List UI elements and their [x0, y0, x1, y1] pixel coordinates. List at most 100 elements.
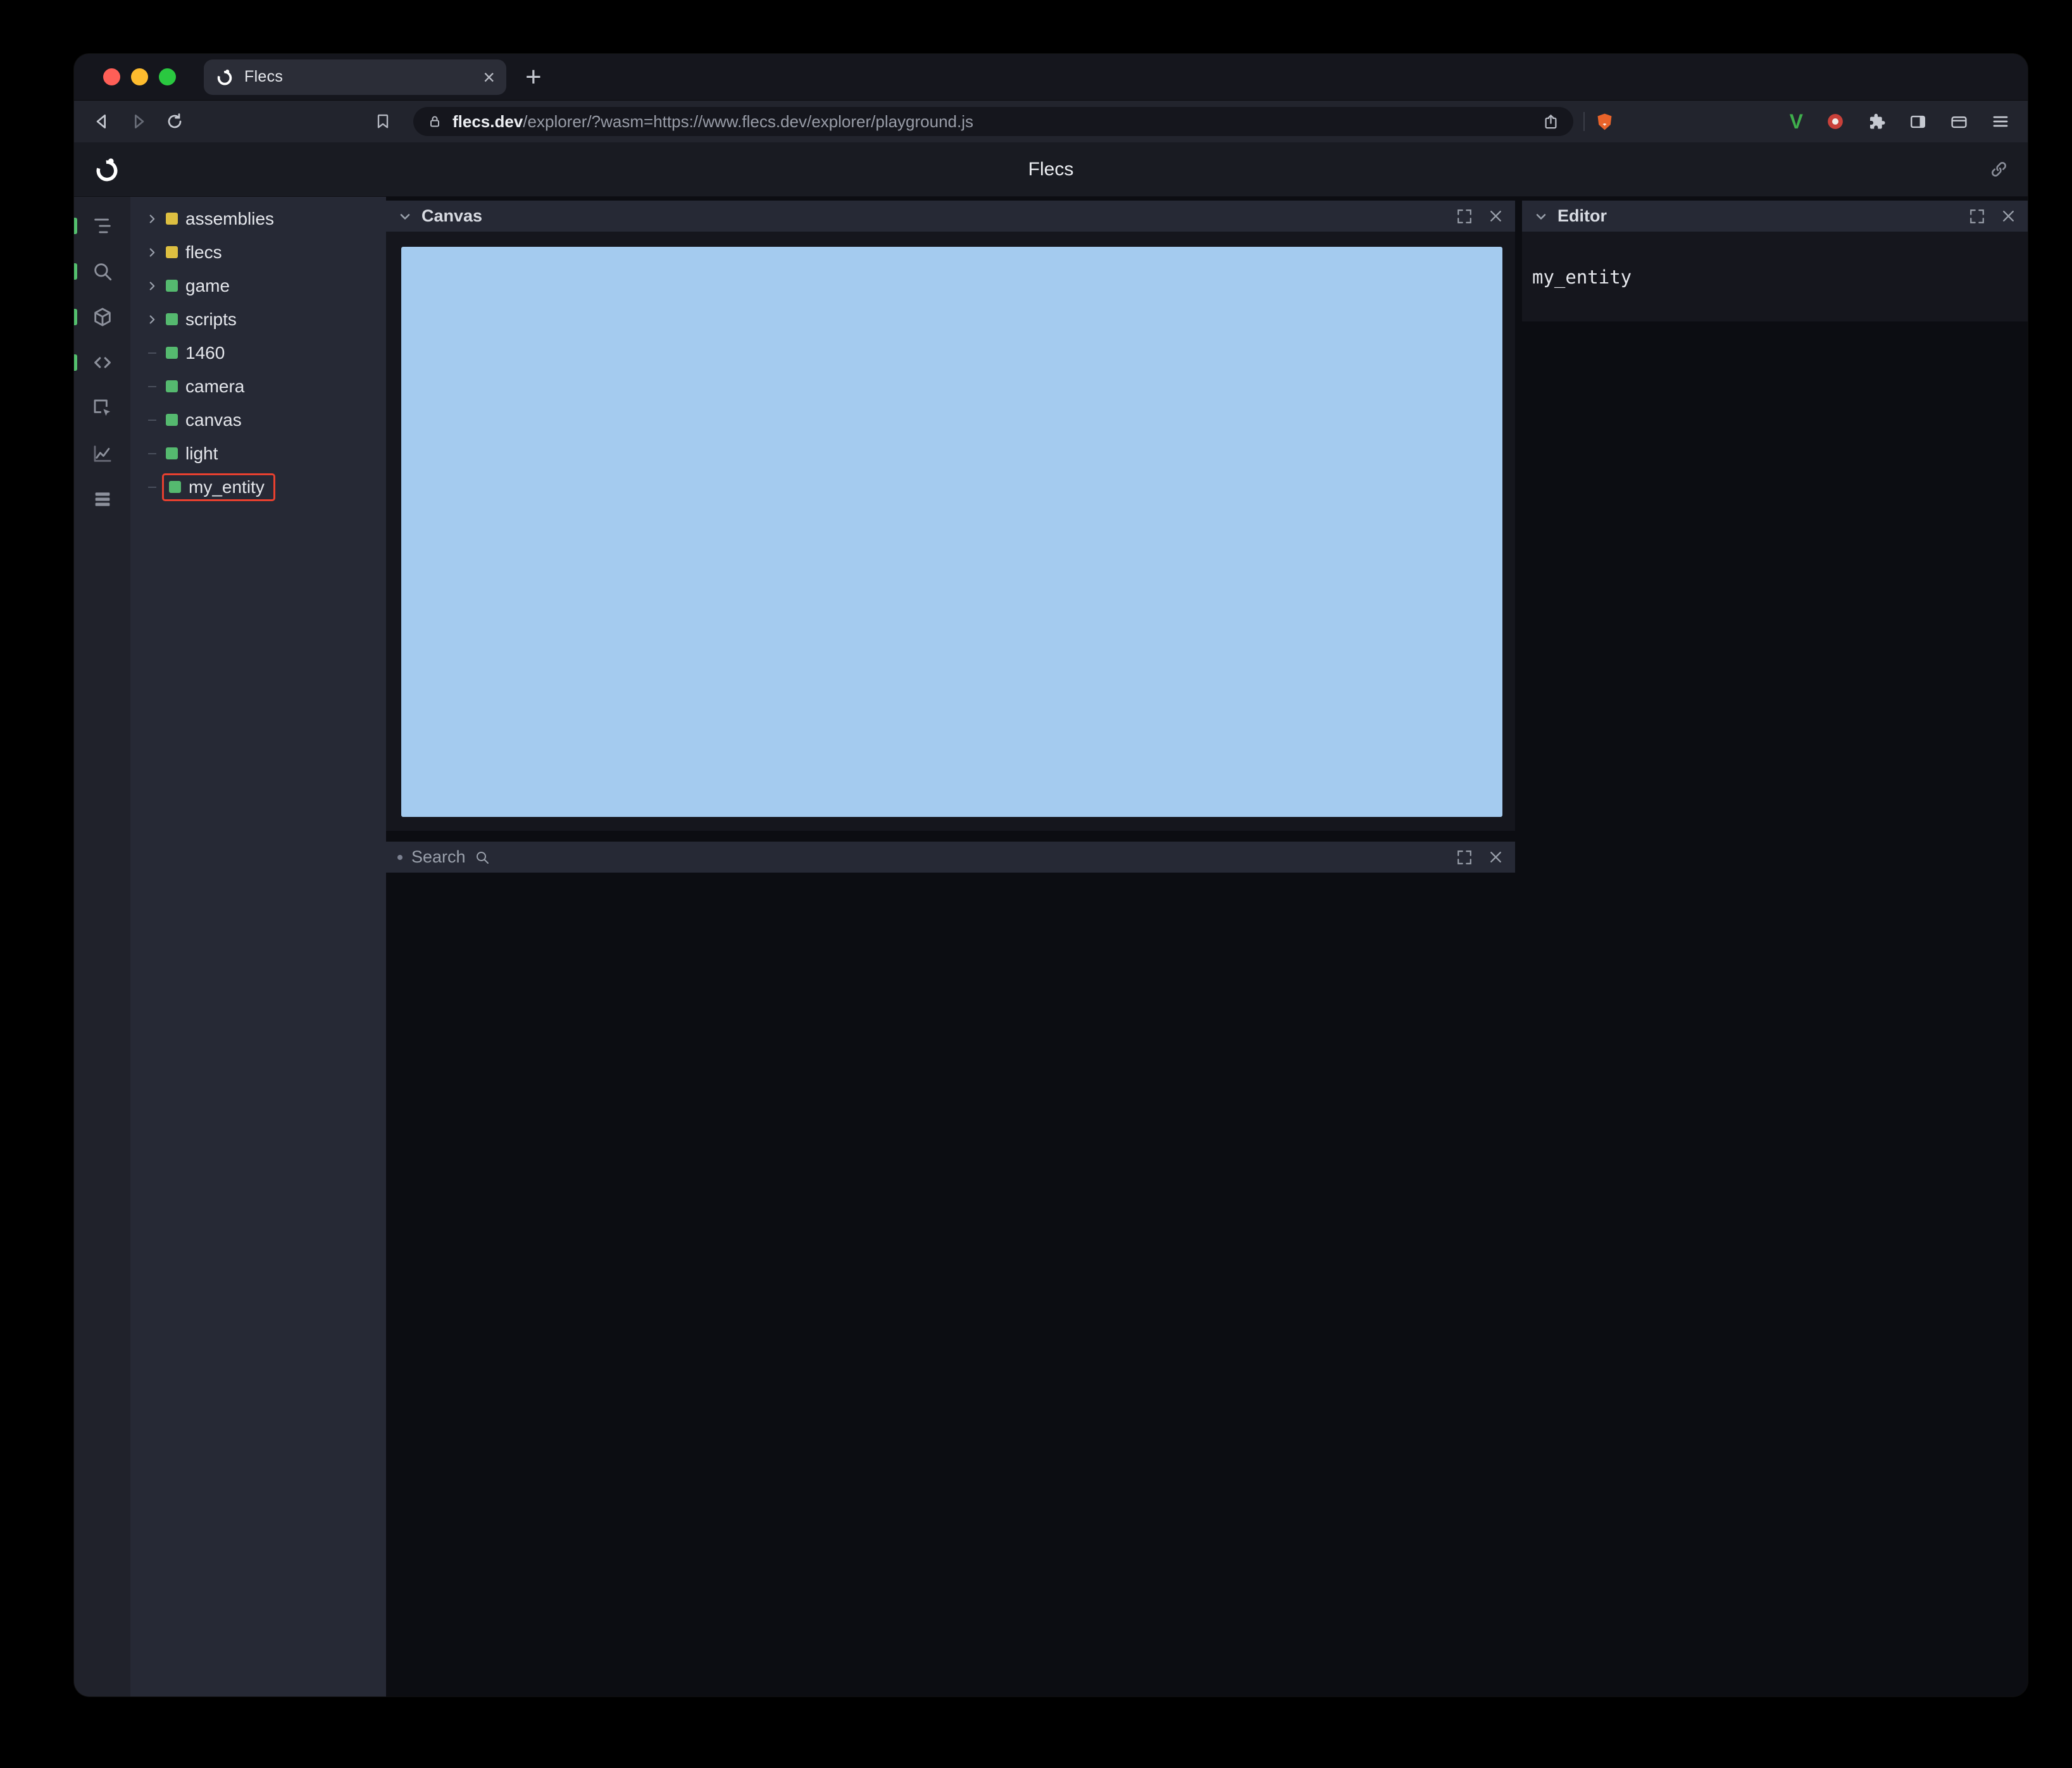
tree-item-camera[interactable]: camera: [130, 370, 386, 403]
extensions-puzzle-icon[interactable]: [1868, 113, 1886, 131]
leaf-dash: [143, 420, 161, 421]
wallet-icon[interactable]: [1950, 113, 1968, 131]
editor-panel-header[interactable]: Editor: [1522, 201, 2028, 232]
tree-item-my-entity[interactable]: my_entity: [130, 470, 386, 504]
tree-item-1460[interactable]: 1460: [130, 336, 386, 370]
entity-color-square: [166, 447, 178, 459]
entity-color-square: [166, 246, 178, 258]
tree-item-light[interactable]: light: [130, 437, 386, 470]
url-bar[interactable]: flecs.dev/explorer/?wasm=https://www.fle…: [413, 107, 1573, 136]
panel-title: Canvas: [421, 206, 483, 225]
browser-tab[interactable]: Flecs ×: [204, 59, 506, 95]
tree-item-label: canvas: [185, 409, 242, 430]
chevron-right-icon[interactable]: [143, 313, 161, 327]
flecs-logo: [93, 156, 121, 184]
leaf-dash: [143, 453, 161, 454]
inspect-button[interactable]: [74, 385, 130, 431]
chevron-right-icon[interactable]: [143, 212, 161, 226]
entity-color-square: [166, 380, 178, 392]
tab-bar: Flecs × +: [74, 54, 2028, 101]
canvas-panel-header[interactable]: Canvas: [386, 201, 1515, 232]
code-panel-button[interactable]: [74, 340, 130, 385]
column-gap: [1515, 197, 1522, 1696]
editor-column: Editor my_entity: [1522, 197, 2028, 1696]
close-icon[interactable]: [1488, 208, 1504, 224]
memory-rows-button[interactable]: [74, 476, 130, 522]
app-header: Flecs: [74, 142, 2028, 197]
v-extension-icon[interactable]: V: [1790, 111, 1803, 132]
flecs-explorer-app: Flecs assemblies flecs game scripts 1460…: [74, 142, 2028, 1696]
brave-shield-icon[interactable]: [1595, 112, 1614, 132]
tree-item-label: flecs: [185, 242, 222, 262]
selection-highlight-box: my_entity: [162, 473, 275, 501]
entity-color-square: [166, 313, 178, 325]
editor-content: my_entity: [1532, 266, 1632, 288]
query-search-button[interactable]: [74, 249, 130, 294]
app-title: Flecs: [1028, 158, 1074, 180]
chevron-down-icon[interactable]: [1533, 209, 1549, 224]
share-icon[interactable]: [1542, 113, 1559, 130]
tab-close-button[interactable]: ×: [483, 67, 495, 87]
search-input[interactable]: Search: [411, 847, 466, 867]
window-controls: [103, 68, 176, 85]
icon-rail: [74, 197, 130, 1696]
entities-cube-button[interactable]: [74, 294, 130, 340]
close-window-button[interactable]: [103, 68, 120, 85]
search-panel-header[interactable]: Search: [386, 842, 1515, 873]
red-extension-icon[interactable]: [1826, 112, 1845, 131]
entity-color-square: [166, 414, 178, 426]
url-text: flecs.dev/explorer/?wasm=https://www.fle…: [452, 112, 973, 132]
reload-button[interactable]: [165, 112, 184, 131]
stats-chart-button[interactable]: [74, 431, 130, 476]
chevron-down-icon[interactable]: [397, 209, 413, 224]
chevron-right-icon[interactable]: [143, 279, 161, 293]
leaf-dash: [143, 487, 161, 488]
new-tab-button[interactable]: +: [525, 63, 542, 91]
expand-icon[interactable]: [1456, 208, 1473, 225]
zoom-window-button[interactable]: [159, 68, 176, 85]
tree-item-scripts[interactable]: scripts: [130, 302, 386, 336]
forward-button[interactable]: [128, 111, 149, 132]
webgl-canvas[interactable]: [401, 247, 1502, 817]
browser-window: Flecs × + flecs.dev/explorer/?wasm=https…: [74, 54, 2028, 1696]
chevron-right-icon[interactable]: [143, 246, 161, 259]
editor-panel-body[interactable]: my_entity: [1522, 232, 2028, 321]
expand-icon[interactable]: [1969, 208, 1985, 225]
close-icon[interactable]: [1488, 849, 1504, 865]
bookmark-icon[interactable]: [374, 113, 392, 130]
expand-icon[interactable]: [1456, 849, 1473, 866]
minimize-window-button[interactable]: [131, 68, 148, 85]
panel-title: Editor: [1557, 206, 1607, 225]
app-body: assemblies flecs game scripts 1460 camer…: [74, 197, 2028, 1696]
url-domain: flecs.dev: [452, 111, 523, 131]
sidebar-toggle-icon[interactable]: [1909, 113, 1927, 131]
tree-item-assemblies[interactable]: assemblies: [130, 202, 386, 235]
toolbar-divider: [1583, 112, 1585, 131]
tree-item-label: camera: [185, 376, 245, 396]
flecs-favicon: [215, 68, 234, 87]
tree-item-game[interactable]: game: [130, 269, 386, 302]
extension-toolbar: V: [1790, 111, 2010, 132]
tab-title: Flecs: [244, 68, 284, 85]
menu-icon[interactable]: [1991, 112, 2010, 131]
back-button[interactable]: [92, 111, 112, 132]
share-link-icon[interactable]: [1989, 159, 2009, 179]
tree-item-label: scripts: [185, 309, 237, 329]
close-icon[interactable]: [2000, 208, 2016, 224]
url-path: /explorer/?wasm=https://www.flecs.dev/ex…: [523, 111, 974, 131]
tree-item-flecs[interactable]: flecs: [130, 235, 386, 269]
tree-item-label: my_entity: [189, 476, 265, 497]
bullet-icon: [397, 854, 403, 860]
tree-item-label: assemblies: [185, 208, 275, 228]
entity-color-square: [166, 347, 178, 359]
entity-color-square: [169, 481, 181, 493]
tree-item-label: 1460: [185, 342, 225, 363]
entity-color-square: [166, 280, 178, 292]
tree-item-label: light: [185, 443, 218, 463]
tree-panel-button[interactable]: [74, 203, 130, 249]
navigation-bar: flecs.dev/explorer/?wasm=https://www.fle…: [74, 101, 2028, 142]
canvas-panel-body: [386, 232, 1515, 831]
leaf-dash: [143, 386, 161, 387]
tree-item-canvas[interactable]: canvas: [130, 403, 386, 437]
leaf-dash: [143, 352, 161, 354]
